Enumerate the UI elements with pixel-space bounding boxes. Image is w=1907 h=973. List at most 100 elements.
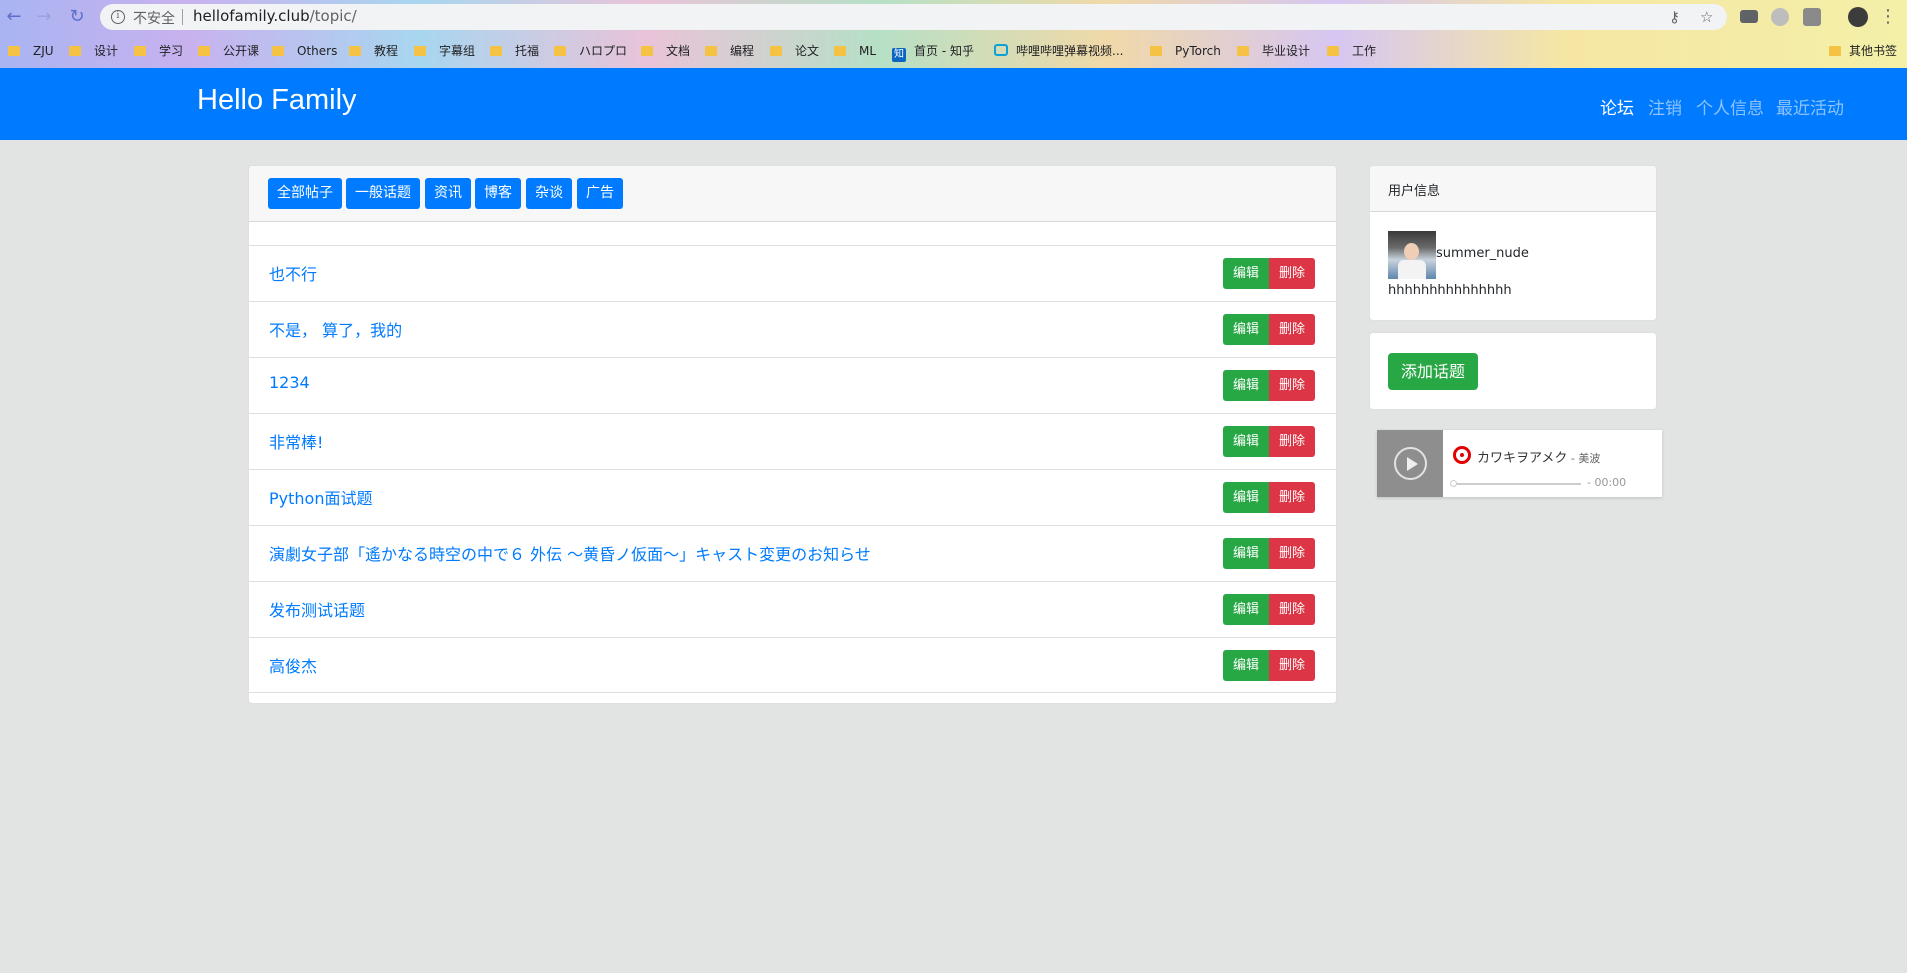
delete-button[interactable]: 删除 xyxy=(1269,426,1315,457)
bookmark-item[interactable]: 托福 xyxy=(490,42,539,60)
filter-news-button[interactable]: 资讯 xyxy=(425,178,471,209)
edit-button[interactable]: 编辑 xyxy=(1223,650,1269,681)
nav-link-recent-activity[interactable]: 最近活动 xyxy=(1776,94,1844,119)
address-bar-row: ← → ↻ i 不安全 hellofamily.club/topic/ ⚷ ☆ … xyxy=(0,0,1907,34)
nav-link-forum[interactable]: 论坛 xyxy=(1600,94,1634,119)
bookmark-item[interactable]: 编程 xyxy=(705,42,754,60)
progress-handle[interactable] xyxy=(1450,480,1457,487)
bilibili-icon xyxy=(994,44,1008,56)
topics-card: 全部帖子 一般话题 资讯 博客 杂谈 广告 也不行 编辑 删除 不是， 算了，我… xyxy=(248,165,1337,704)
bookmark-item[interactable]: 知首页 - 知乎 xyxy=(892,42,974,62)
site-brand[interactable]: Hello Family xyxy=(197,84,357,117)
bookmark-item[interactable]: ハロプロ xyxy=(554,42,627,60)
folder-icon xyxy=(1829,46,1841,56)
folder-icon xyxy=(1237,46,1249,56)
topic-row: 发布测试话题 编辑 删除 xyxy=(249,581,1336,637)
bookmark-item[interactable]: 学习 xyxy=(134,42,183,60)
topic-title-link[interactable]: 不是， 算了，我的 xyxy=(269,317,402,341)
user-info-title: 用户信息 xyxy=(1388,184,1441,199)
filter-general-button[interactable]: 一般话题 xyxy=(346,178,420,209)
bookmark-item[interactable]: 工作 xyxy=(1327,42,1376,60)
nav-link-profile[interactable]: 个人信息 xyxy=(1696,94,1764,119)
delete-button[interactable]: 删除 xyxy=(1269,538,1315,569)
folder-icon xyxy=(705,46,717,56)
folder-icon xyxy=(554,46,566,56)
folder-icon xyxy=(8,46,20,56)
bookmark-label: 文档 xyxy=(666,44,691,58)
avatar-body xyxy=(1398,260,1426,279)
topic-title-link[interactable]: 高俊杰 xyxy=(269,653,317,677)
reload-icon[interactable]: ↻ xyxy=(66,6,88,28)
profile-avatar-icon[interactable] xyxy=(1848,7,1868,27)
bookmark-label: 字幕组 xyxy=(439,44,476,58)
forward-arrow-icon[interactable]: → xyxy=(33,6,55,28)
edit-button[interactable]: 编辑 xyxy=(1223,594,1269,625)
user-bio: hhhhhhhhhhhhhhh xyxy=(1388,283,1512,298)
bookmark-item[interactable]: 公开课 xyxy=(198,42,259,60)
bookmark-item[interactable]: 哔哩哔哩弹幕视频... xyxy=(994,42,1123,60)
mail-extension-icon[interactable] xyxy=(1740,10,1758,23)
topic-title-link[interactable]: 演劇女子部「遙かなる時空の中で６ 外伝 ～黄昏ノ仮面～」キャスト変更のお知らせ xyxy=(269,541,871,565)
progress-bar[interactable] xyxy=(1450,480,1581,487)
delete-button[interactable]: 删除 xyxy=(1269,314,1315,345)
bookmark-label: 编程 xyxy=(730,44,755,58)
key-icon[interactable]: ⚷ xyxy=(1669,8,1680,26)
bookmark-item[interactable]: 毕业设计 xyxy=(1237,42,1310,60)
bookmark-item[interactable]: Others xyxy=(272,42,337,60)
delete-button[interactable]: 删除 xyxy=(1269,650,1315,681)
menu-dots-icon[interactable]: ⋮ xyxy=(1877,6,1899,28)
user-info-card: 用户信息 summer_nude hhhhhhhhhhhhhhh xyxy=(1369,165,1657,321)
topic-title-link[interactable]: 也不行 xyxy=(269,261,317,285)
folder-icon xyxy=(198,46,210,56)
bookmark-label: 教程 xyxy=(374,44,399,58)
bookmark-label: PyTorch xyxy=(1175,44,1221,58)
topic-title-link[interactable]: 非常棒! xyxy=(269,429,323,453)
bookmark-label: 设计 xyxy=(94,44,119,58)
filter-all-posts-button[interactable]: 全部帖子 xyxy=(268,178,342,209)
other-bookmarks[interactable]: 其他书签 xyxy=(1829,42,1897,60)
site-info-icon[interactable]: i xyxy=(111,10,125,24)
folder-icon xyxy=(834,46,846,56)
edit-button[interactable]: 编辑 xyxy=(1223,426,1269,457)
topic-title-link[interactable]: 1234 xyxy=(269,373,310,392)
url-domain: hellofamily.club xyxy=(193,7,310,25)
delete-button[interactable]: 删除 xyxy=(1269,482,1315,513)
bookmark-item[interactable]: 设计 xyxy=(69,42,118,60)
bookmark-item[interactable]: PyTorch xyxy=(1150,42,1221,60)
edit-button[interactable]: 编辑 xyxy=(1223,314,1269,345)
delete-button[interactable]: 删除 xyxy=(1269,594,1315,625)
filter-chat-button[interactable]: 杂谈 xyxy=(526,178,572,209)
edit-button[interactable]: 编辑 xyxy=(1223,370,1269,401)
topic-row: Python面试题 编辑 删除 xyxy=(249,469,1336,525)
url-text[interactable]: hellofamily.club/topic/ xyxy=(193,7,357,25)
site-navbar: Hello Family 论坛 注销 个人信息 最近活动 xyxy=(0,68,1907,140)
delete-button[interactable]: 删除 xyxy=(1269,258,1315,289)
bookmark-item[interactable]: 字幕组 xyxy=(414,42,475,60)
netease-music-icon xyxy=(1453,446,1471,464)
folder-icon xyxy=(1327,46,1339,56)
bookmark-label: 毕业设计 xyxy=(1262,44,1311,58)
add-topic-button[interactable]: 添加话题 xyxy=(1388,353,1478,390)
folder-icon xyxy=(69,46,81,56)
browser-chrome: ← → ↻ i 不安全 hellofamily.club/topic/ ⚷ ☆ … xyxy=(0,0,1907,68)
pdf-extension-icon[interactable] xyxy=(1803,8,1821,26)
bookmark-item[interactable]: ZJU xyxy=(8,42,54,60)
bookmark-item[interactable]: ML xyxy=(834,42,876,60)
filter-blog-button[interactable]: 博客 xyxy=(475,178,521,209)
omnibox[interactable]: i 不安全 hellofamily.club/topic/ ⚷ ☆ xyxy=(100,4,1727,30)
bookmark-star-icon[interactable]: ☆ xyxy=(1700,8,1713,26)
edit-button[interactable]: 编辑 xyxy=(1223,538,1269,569)
back-arrow-icon[interactable]: ← xyxy=(3,6,25,28)
play-icon[interactable] xyxy=(1394,447,1427,480)
topic-title-link[interactable]: 发布测试话题 xyxy=(269,597,365,621)
bookmark-item[interactable]: 文档 xyxy=(641,42,690,60)
bookmark-item[interactable]: 教程 xyxy=(349,42,398,60)
edit-button[interactable]: 编辑 xyxy=(1223,258,1269,289)
circle-extension-icon[interactable] xyxy=(1771,8,1789,26)
edit-button[interactable]: 编辑 xyxy=(1223,482,1269,513)
bookmark-item[interactable]: 论文 xyxy=(770,42,819,60)
filter-ads-button[interactable]: 广告 xyxy=(577,178,623,209)
nav-link-logout[interactable]: 注销 xyxy=(1648,94,1682,119)
delete-button[interactable]: 删除 xyxy=(1269,370,1315,401)
topic-title-link[interactable]: Python面试题 xyxy=(269,485,372,509)
